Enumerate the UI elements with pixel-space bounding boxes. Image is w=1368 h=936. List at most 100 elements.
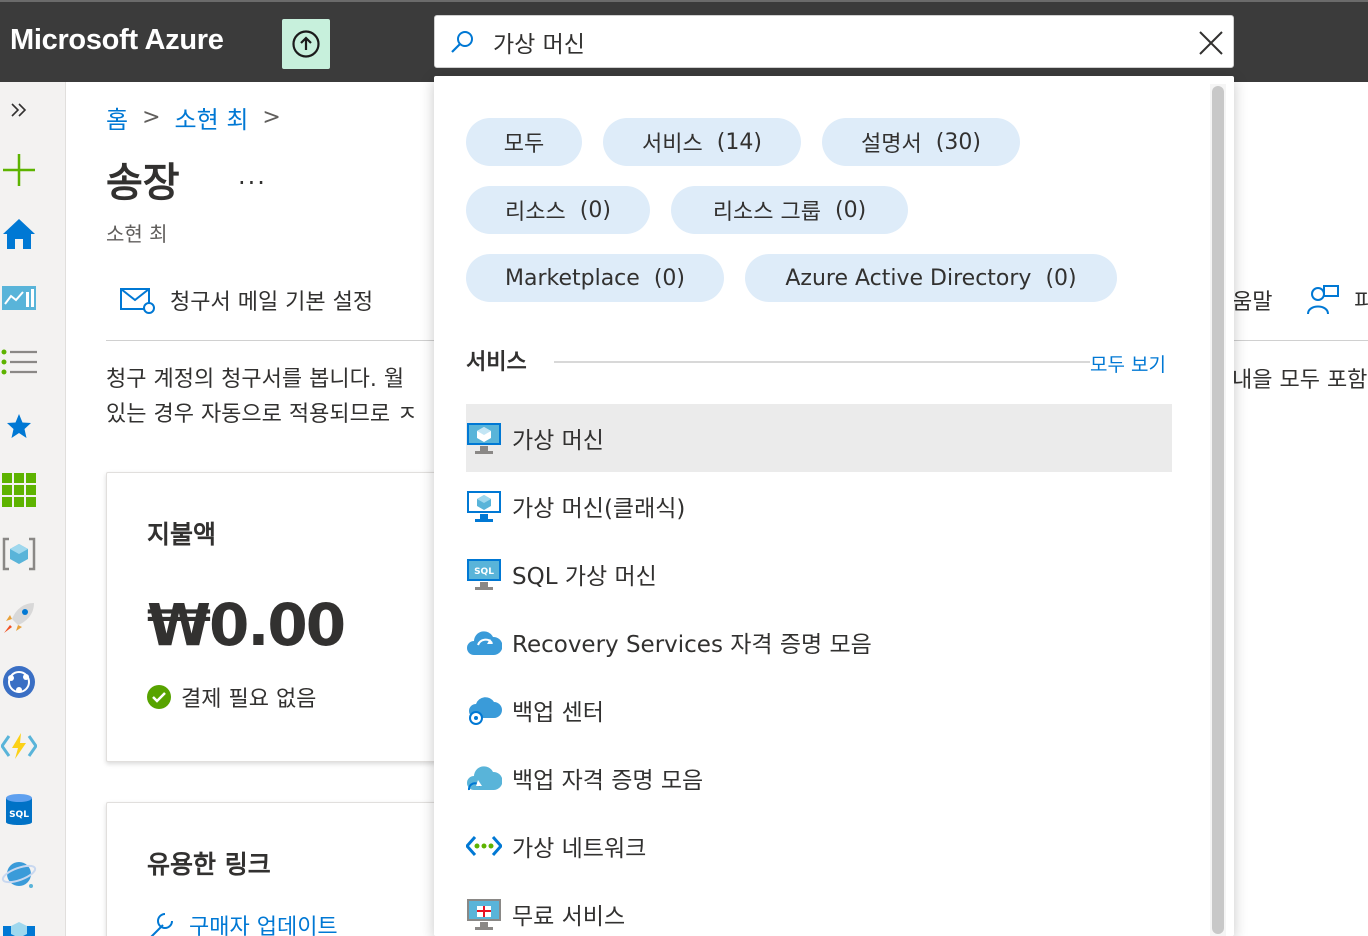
result-label: 백업 자격 증명 모음	[512, 768, 704, 794]
description-fragment-right: 내을 모두 포함	[1232, 368, 1368, 393]
filter-chip-documentation[interactable]: 설명서 (30)	[822, 118, 1020, 166]
feedback-label: 피	[1354, 290, 1368, 315]
page-description: 청구 계정의 청구서를 봅니다. 월 있는 경우 자동으로 적용되므로 ㅈ	[106, 362, 436, 432]
result-virtual-networks[interactable]: 가상 네트워크	[466, 812, 1172, 880]
filter-chip-count: (14)	[716, 129, 762, 155]
search-icon	[451, 31, 473, 53]
plus-icon	[3, 154, 35, 186]
free-services-icon	[466, 896, 502, 932]
nav-cosmos[interactable]	[0, 662, 38, 702]
filter-chip-count: (30)	[935, 129, 981, 155]
nav-sql[interactable]: SQL	[0, 790, 38, 830]
nav-functions[interactable]	[0, 726, 38, 766]
search-results-dropdown: 모두 서비스 (14) 설명서 (30) 리소스 (0) 리소스 그룹 (0) …	[434, 76, 1234, 936]
breadcrumb: 홈 > 소현 최 >	[106, 100, 281, 135]
result-sql-virtual-machines[interactable]: SQL SQL 가상 머신	[466, 540, 1172, 608]
filter-chip-label: 리소스 그룹	[712, 200, 822, 225]
nav-cosmos-db[interactable]	[0, 854, 38, 894]
feedback-icon	[1307, 285, 1339, 315]
filter-chip-label: 모두	[503, 132, 545, 157]
filter-chip-label: Azure Active Directory	[785, 265, 1032, 291]
filter-chip-all[interactable]: 모두	[466, 118, 582, 166]
filter-chip-count: (0)	[835, 197, 867, 223]
grid-icon	[2, 473, 36, 507]
email-settings-button[interactable]: 청구서 메일 기본 설정	[120, 284, 373, 316]
dropdown-scrollbar[interactable]	[1210, 84, 1226, 936]
breadcrumb-user[interactable]: 소현 최	[175, 100, 249, 135]
search-input[interactable]	[493, 24, 1173, 60]
close-icon[interactable]	[1196, 28, 1226, 58]
page-title: 송장	[106, 160, 180, 206]
nav-all-resources[interactable]	[0, 470, 38, 510]
filter-chip-resources[interactable]: 리소스 (0)	[466, 186, 650, 234]
filter-chip-count: (0)	[1045, 265, 1077, 291]
nav-home[interactable]	[0, 214, 38, 254]
filter-chip-services[interactable]: 서비스 (14)	[603, 118, 801, 166]
vnet-icon	[466, 828, 502, 864]
description-line-1: 청구 계정의 청구서를 봅니다. 월	[106, 367, 405, 392]
filter-chip-resource-groups[interactable]: 리소스 그룹 (0)	[671, 186, 908, 234]
nav-all-services[interactable]	[0, 342, 38, 382]
cube-icon	[3, 922, 35, 936]
sql-database-icon: SQL	[6, 794, 32, 825]
filter-chip-label: 서비스	[642, 132, 703, 157]
email-settings-label: 청구서 메일 기본 설정	[170, 290, 374, 315]
useful-links-card: 유용한 링크 구매자 업데이트	[106, 802, 446, 936]
result-label: Recovery Services 자격 증명 모음	[512, 632, 872, 658]
nav-favorites[interactable]	[0, 406, 38, 446]
chevron-double-right-icon	[11, 103, 27, 117]
filter-chip-count: (0)	[653, 265, 685, 291]
filter-chip-label: Marketplace	[505, 265, 640, 291]
result-label: 가상 네트워크	[512, 836, 647, 862]
vm-classic-icon	[466, 488, 502, 524]
section-divider	[554, 361, 1090, 363]
chevron-right-icon: >	[262, 105, 281, 130]
star-icon	[7, 414, 31, 438]
result-label: SQL 가상 머신	[512, 564, 657, 590]
result-label: 가상 머신(클래식)	[512, 496, 686, 522]
dashboard-icon	[2, 286, 36, 310]
left-nav: SQL	[0, 82, 66, 936]
scrollbar-thumb[interactable]	[1212, 86, 1224, 934]
expand-nav-button[interactable]	[0, 90, 38, 130]
payment-amount: ₩0.00	[147, 591, 346, 659]
feedback-button[interactable]: 피	[1306, 284, 1368, 316]
nav-quickstart[interactable]	[0, 598, 38, 638]
filter-chip-marketplace[interactable]: Marketplace (0)	[466, 254, 724, 302]
filter-chip-count: (0)	[579, 197, 611, 223]
more-options-button[interactable]: ...	[238, 162, 267, 190]
upgrade-button[interactable]	[282, 19, 330, 69]
home-icon	[3, 219, 35, 249]
services-section-label: 서비스	[466, 350, 527, 375]
result-free-services[interactable]: 무료 서비스	[466, 880, 1172, 936]
buyer-update-link[interactable]: 구매자 업데이트	[147, 909, 338, 936]
backup-vault-icon	[466, 760, 502, 796]
create-resource-button[interactable]	[0, 150, 38, 190]
backup-center-icon	[466, 692, 502, 728]
nav-resource-groups[interactable]	[0, 534, 38, 574]
result-backup-center[interactable]: 백업 센터	[466, 676, 1172, 744]
svg-text:SQL: SQL	[474, 567, 494, 577]
brand-title[interactable]: Microsoft Azure	[10, 24, 224, 57]
result-backup-vaults[interactable]: 백업 자격 증명 모음	[466, 744, 1172, 812]
svg-text:SQL: SQL	[9, 810, 29, 820]
result-label: 무료 서비스	[512, 904, 626, 930]
nav-dashboard[interactable]	[0, 278, 38, 318]
breadcrumb-home[interactable]: 홈	[106, 100, 128, 135]
filter-chip-label: 리소스	[505, 200, 566, 225]
nav-vm[interactable]	[0, 912, 38, 936]
see-all-link[interactable]: 모두 보기	[1090, 350, 1166, 377]
payment-status-label: 결제 필요 없음	[181, 687, 317, 712]
global-search[interactable]	[434, 15, 1234, 68]
lightning-icon	[1, 733, 37, 759]
useful-links-title: 유용한 링크	[147, 850, 271, 879]
page-subtitle: 소현 최	[106, 222, 168, 246]
result-label: 백업 센터	[512, 700, 604, 726]
result-virtual-machines-classic[interactable]: 가상 머신(클래식)	[466, 472, 1172, 540]
result-virtual-machines[interactable]: 가상 머신	[466, 404, 1172, 472]
list-icon	[1, 349, 37, 375]
help-button[interactable]: 움말	[1232, 284, 1272, 316]
result-recovery-services[interactable]: Recovery Services 자격 증명 모음	[466, 608, 1172, 676]
check-circle-icon	[147, 685, 171, 709]
filter-chip-aad[interactable]: Azure Active Directory (0)	[745, 254, 1117, 302]
